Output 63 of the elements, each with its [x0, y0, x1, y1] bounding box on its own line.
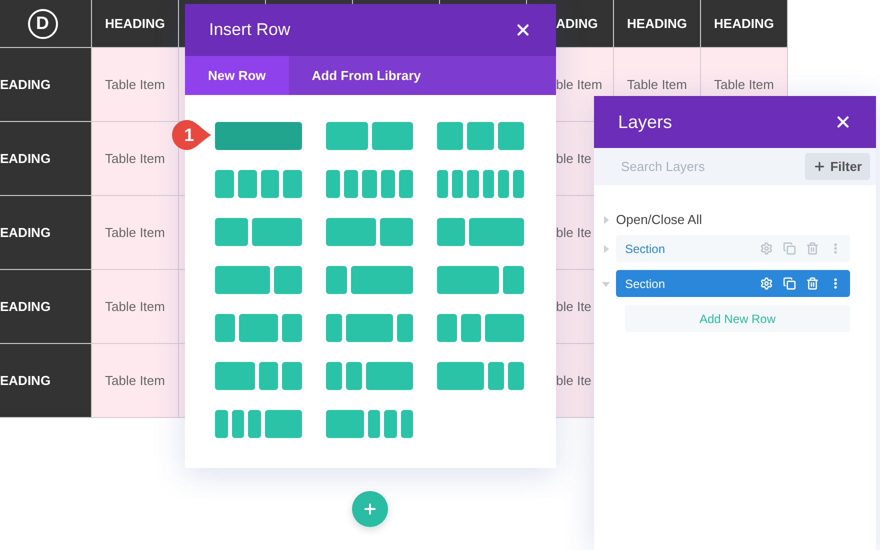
row-heading: EADING	[0, 373, 51, 388]
row-layout-option[interactable]	[437, 122, 524, 150]
trash-icon[interactable]	[806, 277, 819, 290]
column-heading: HEADING	[714, 16, 774, 31]
table-cell: ble Ite	[556, 225, 592, 240]
plus-icon	[813, 160, 826, 173]
add-button[interactable]	[352, 491, 388, 527]
row-layout-option[interactable]	[326, 218, 413, 246]
layer-item[interactable]: Section	[616, 235, 850, 262]
table-cell: Table Item	[105, 151, 165, 166]
settings-icon[interactable]	[760, 242, 773, 255]
row-heading: EADING	[0, 299, 51, 314]
duplicate-icon[interactable]	[783, 242, 796, 255]
row-layout-option[interactable]	[326, 266, 413, 294]
row-layout-option[interactable]	[437, 170, 524, 198]
caret-icon[interactable]	[602, 216, 610, 224]
row-layout-option[interactable]	[215, 314, 302, 342]
column-heading: HEADING	[105, 16, 165, 31]
column-heading: HEADING	[627, 16, 687, 31]
row-layout-option[interactable]	[437, 266, 524, 294]
row-heading: EADING	[0, 151, 51, 166]
caret-icon[interactable]	[602, 244, 610, 252]
panel-title: Layers	[618, 112, 672, 132]
table-cell: Table Item	[105, 299, 165, 314]
row-layout-option[interactable]	[437, 314, 524, 342]
tab[interactable]: Add From Library	[288, 56, 444, 95]
table-cell: ble Ite	[556, 373, 592, 388]
table-cell: Table Item	[105, 373, 165, 388]
row-layout-option[interactable]	[215, 266, 302, 294]
table-cell: Table Item	[105, 77, 165, 92]
open-close-all-link[interactable]: Open/Close All	[616, 212, 702, 227]
dialog-title: Insert Row	[209, 20, 290, 40]
row-layout-option[interactable]	[215, 362, 302, 390]
column-heading: ADING	[556, 16, 598, 31]
table-cell: ble Ite	[556, 151, 592, 166]
layer-item[interactable]: Section	[616, 270, 850, 297]
layer-label: Section	[625, 276, 666, 290]
plus-icon	[362, 501, 378, 517]
search-input[interactable]: Search Layers	[594, 158, 784, 175]
caret-icon[interactable]	[602, 280, 610, 288]
trash-icon[interactable]	[806, 242, 819, 255]
layer-label: Section	[625, 242, 666, 256]
row-layout-option[interactable]	[326, 314, 413, 342]
row-layout-option[interactable]	[215, 410, 302, 438]
row-heading: EADING	[0, 77, 51, 92]
row-heading: EADING	[0, 225, 51, 240]
duplicate-icon[interactable]	[783, 277, 796, 290]
table-cell: ble Ite	[556, 299, 592, 314]
row-layout-option[interactable]	[437, 362, 524, 390]
row-layout-option[interactable]	[326, 410, 413, 438]
row-layout-option[interactable]	[437, 218, 524, 246]
table-cell: Table Item	[627, 77, 687, 92]
filter-button[interactable]: Filter	[805, 153, 870, 180]
logo: D	[28, 8, 58, 38]
row-layout-option[interactable]	[326, 170, 413, 198]
table-cell: ble Item	[556, 77, 602, 92]
row-layout-option[interactable]	[215, 170, 302, 198]
tab[interactable]: New Row	[185, 56, 289, 95]
table-cell: Table Item	[105, 225, 165, 240]
table-cell: Table Item	[714, 77, 774, 92]
row-layout-option[interactable]	[215, 218, 302, 246]
row-layout-option[interactable]	[326, 122, 413, 150]
row-layout-option[interactable]	[326, 362, 413, 390]
